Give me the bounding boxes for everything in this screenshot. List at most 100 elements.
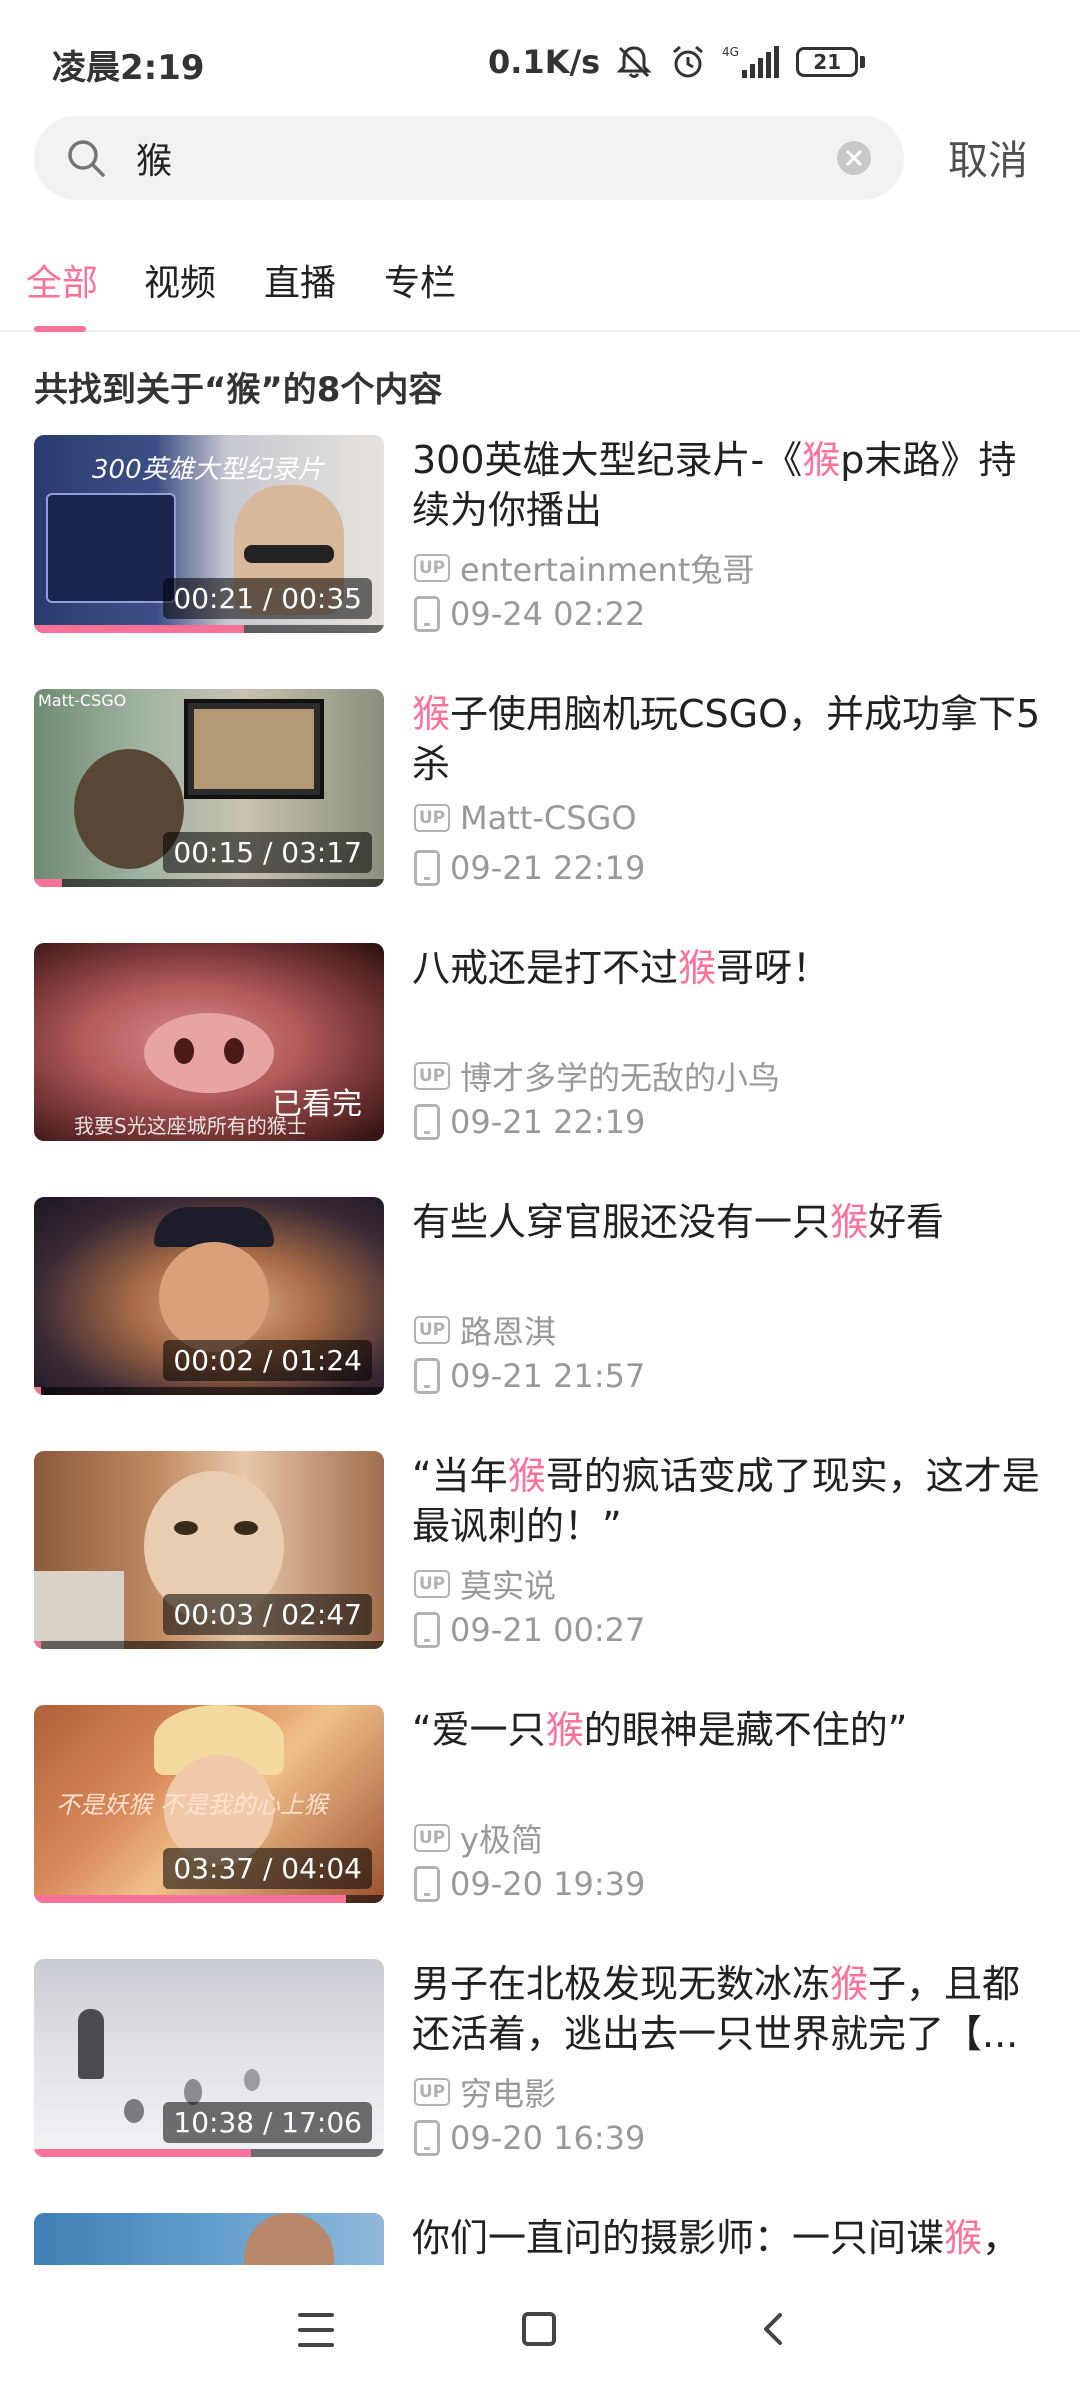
date-row: 09-24 02:22	[414, 595, 645, 633]
publish-date: 09-21 22:19	[450, 849, 646, 887]
video-thumbnail[interactable]: 10:38 / 17:06	[34, 1959, 384, 2157]
keyword-highlight: 猴	[678, 946, 717, 990]
video-duration: 03:37 / 04:04	[163, 1848, 372, 1889]
list-item[interactable]: Matt-CSGO 00:15 / 03:17 猴子使用脑机玩CSGO，并成功拿…	[0, 689, 1080, 943]
video-title[interactable]: 有些人穿官服还没有一只猴好看	[412, 1197, 1052, 1247]
video-title[interactable]: 男子在北极发现无数冰冻猴子，且都还活着，逃出去一只世界就完了【...	[412, 1959, 1052, 2059]
up-icon: UP	[414, 2078, 450, 2106]
phone-icon	[414, 1612, 440, 1648]
search-bar[interactable]	[34, 116, 904, 200]
status-bar: 凌晨2:19 0.1K/s 4G 21	[0, 0, 1080, 110]
status-icons: 0.1K/s 4G 21	[488, 40, 866, 84]
keyword-highlight: 猴	[830, 1962, 869, 2006]
date-row: 09-20 16:39	[414, 2119, 645, 2157]
up-icon: UP	[414, 1316, 450, 1344]
tab-video[interactable]: 视频	[144, 254, 216, 306]
date-row: 09-21 22:19	[414, 1103, 645, 1141]
up-icon: UP	[414, 1824, 450, 1852]
up-icon: UP	[414, 804, 450, 832]
uploader-name: 博才多学的无敌的小鸟	[460, 1059, 781, 1097]
active-tab-indicator	[34, 326, 86, 332]
tab-live[interactable]: 直播	[264, 254, 336, 306]
uploader-row[interactable]: UP entertainment兔哥	[414, 545, 754, 591]
date-row: 09-21 21:57	[414, 1357, 645, 1395]
keyword-highlight: 猴	[830, 1200, 869, 1244]
keyword-highlight: 猴	[944, 2216, 983, 2260]
video-thumbnail[interactable]: Matt-CSGO 00:15 / 03:17	[34, 689, 384, 887]
date-row: 09-21 22:19	[414, 849, 645, 887]
navigation-bar	[0, 2265, 1080, 2400]
phone-icon	[414, 2120, 440, 2156]
menu-icon[interactable]	[298, 2313, 334, 2347]
uploader-name: entertainment兔哥	[460, 551, 755, 589]
list-item[interactable]: 300英雄大型纪录片 00:21 / 00:35 300英雄大型纪录片-《猴p末…	[0, 435, 1080, 689]
clear-icon[interactable]	[836, 140, 872, 176]
phone-icon	[414, 1358, 440, 1394]
watch-progress	[34, 1895, 384, 1903]
uploader-name: Matt-CSGO	[460, 799, 637, 837]
thumbnail-text: Matt-CSGO	[38, 691, 127, 710]
video-title[interactable]: 猴子使用脑机玩CSGO，并成功拿下5杀	[412, 689, 1052, 789]
watch-progress	[34, 625, 384, 633]
uploader-row[interactable]: UP y极简	[414, 1815, 543, 1861]
video-title[interactable]: 八戒还是打不过猴哥呀！	[412, 943, 1052, 993]
list-item[interactable]: 你们一直问的摄影师：一只间谍猴，	[0, 2213, 1080, 2265]
tab-all[interactable]: 全部	[26, 254, 98, 306]
thumbnail-text: 不是妖猴 不是我的心上猴	[56, 1791, 328, 1819]
keyword-highlight: 猴	[412, 692, 451, 736]
publish-date: 09-20 16:39	[450, 2119, 646, 2157]
signal-icon: 4G	[722, 45, 780, 78]
phone-icon	[414, 1104, 440, 1140]
watched-label: 已看完	[272, 1087, 362, 1122]
video-thumbnail[interactable]	[34, 2213, 384, 2265]
battery-level: 21	[796, 47, 859, 77]
network-speed: 0.1K/s	[488, 43, 601, 81]
video-duration: 00:03 / 02:47	[163, 1594, 372, 1635]
uploader-row[interactable]: UP 路恩淇	[414, 1307, 556, 1353]
publish-date: 09-21 00:27	[450, 1611, 646, 1649]
up-icon: UP	[414, 554, 450, 582]
publish-date: 09-20 19:39	[450, 1865, 646, 1903]
search-icon	[68, 140, 105, 177]
watch-progress	[34, 2149, 384, 2157]
video-title[interactable]: 你们一直问的摄影师：一只间谍猴，	[412, 2213, 1052, 2263]
uploader-name: y极简	[460, 1821, 543, 1859]
battery-indicator: 21	[796, 47, 866, 77]
phone-icon	[414, 596, 440, 632]
keyword-highlight: 猴	[802, 438, 841, 482]
video-duration: 00:21 / 00:35	[163, 578, 372, 619]
publish-date: 09-24 02:22	[450, 595, 646, 633]
search-input[interactable]	[136, 128, 816, 188]
video-thumbnail[interactable]: 00:02 / 01:24	[34, 1197, 384, 1395]
cancel-button[interactable]: 取消	[948, 128, 1028, 186]
video-thumbnail[interactable]: 不是妖猴 不是我的心上猴 03:37 / 04:04	[34, 1705, 384, 1903]
video-title[interactable]: “爱一只猴的眼神是藏不住的”	[412, 1705, 1052, 1755]
video-thumbnail[interactable]: 300英雄大型纪录片 00:21 / 00:35	[34, 435, 384, 633]
result-count: 共找到关于“猴”的8个内容	[34, 370, 443, 410]
video-title[interactable]: 300英雄大型纪录片-《猴p末路》持续为你播出	[412, 435, 1052, 535]
uploader-row[interactable]: UP 莫实说	[414, 1561, 556, 1607]
uploader-row[interactable]: UP 博才多学的无敌的小鸟	[414, 1053, 780, 1099]
uploader-name: 莫实说	[460, 1567, 557, 1605]
list-item[interactable]: 00:02 / 01:24 有些人穿官服还没有一只猴好看 UP 路恩淇 09-2…	[0, 1197, 1080, 1451]
home-icon[interactable]	[522, 2312, 556, 2346]
publish-date: 09-21 22:19	[450, 1103, 646, 1141]
list-item[interactable]: 不是妖猴 不是我的心上猴 03:37 / 04:04 “爱一只猴的眼神是藏不住的…	[0, 1705, 1080, 1959]
up-icon: UP	[414, 1062, 450, 1090]
uploader-row[interactable]: UP 穷电影	[414, 2069, 556, 2115]
network-type: 4G	[722, 45, 739, 59]
keyword-highlight: 猴	[545, 1708, 584, 1752]
tab-column[interactable]: 专栏	[384, 254, 456, 306]
back-icon[interactable]	[754, 2309, 794, 2349]
watch-progress	[34, 879, 384, 887]
watch-progress	[34, 1641, 384, 1649]
alarm-icon	[673, 45, 704, 78]
uploader-row[interactable]: UP Matt-CSGO	[414, 799, 637, 837]
video-thumbnail[interactable]: 00:03 / 02:47	[34, 1451, 384, 1649]
list-item[interactable]: 我要S光这座城所有的猴士 已看完 八戒还是打不过猴哥呀！ UP 博才多学的无敌的…	[0, 943, 1080, 1197]
video-thumbnail[interactable]: 我要S光这座城所有的猴士 已看完	[34, 943, 384, 1141]
video-title[interactable]: “当年猴哥的疯话变成了现实，这才是最讽刺的！”	[412, 1451, 1052, 1551]
list-item[interactable]: 10:38 / 17:06 男子在北极发现无数冰冻猴子，且都还活着，逃出去一只世…	[0, 1959, 1080, 2213]
phone-icon	[414, 850, 440, 886]
list-item[interactable]: 00:03 / 02:47 “当年猴哥的疯话变成了现实，这才是最讽刺的！” UP…	[0, 1451, 1080, 1705]
